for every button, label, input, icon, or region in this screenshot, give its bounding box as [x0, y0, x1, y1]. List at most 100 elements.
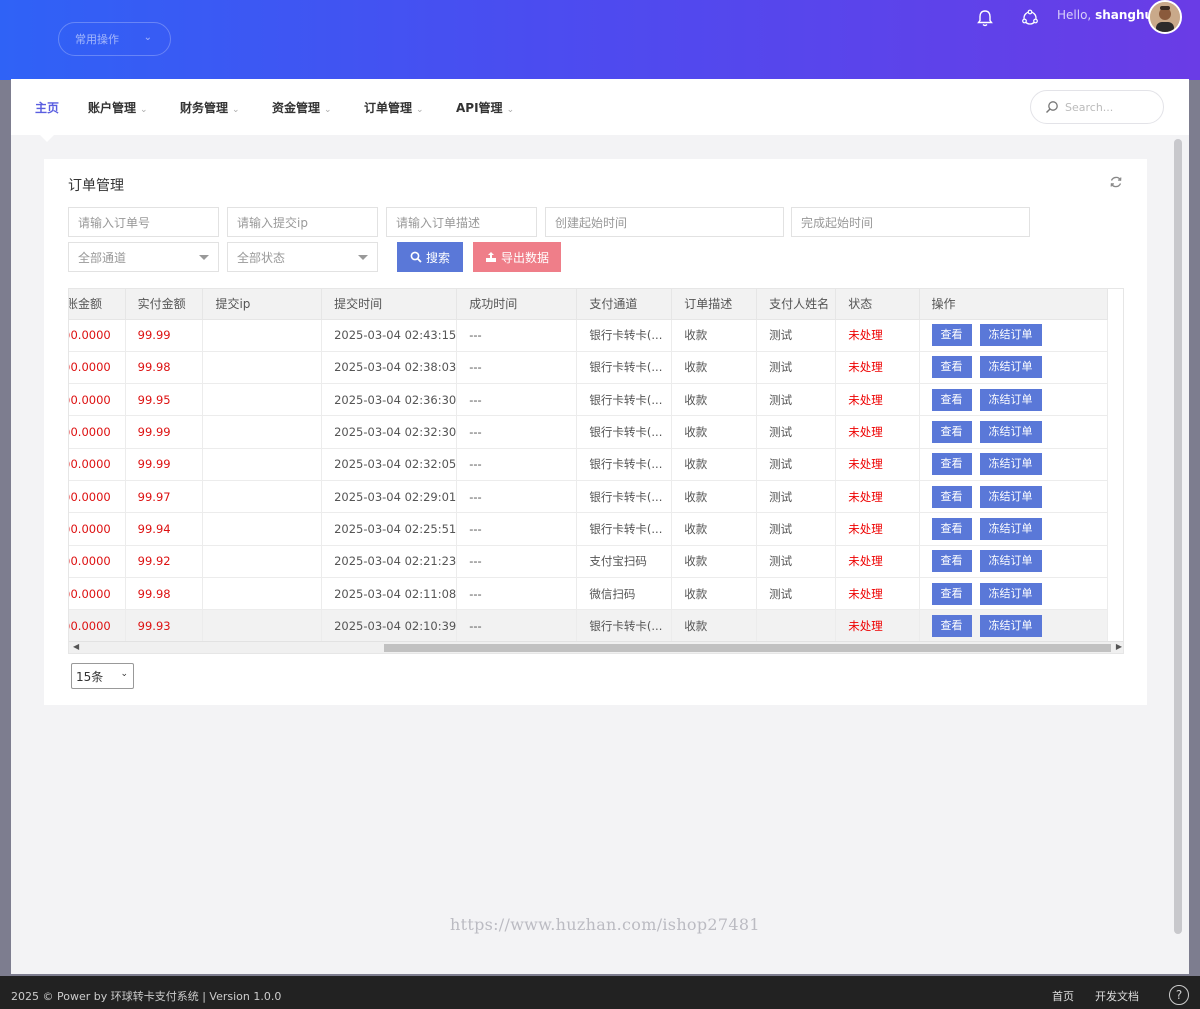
- column-header[interactable]: 提交ip: [202, 289, 323, 320]
- freeze-order-button[interactable]: 冻结订单: [979, 614, 1042, 637]
- column-header[interactable]: 操作: [919, 289, 1109, 320]
- column-header[interactable]: 账金额: [69, 289, 126, 320]
- column-header[interactable]: 成功时间: [456, 289, 578, 320]
- cell-channel: 银行卡转卡(...: [576, 383, 673, 417]
- table-row: )0.0000 99.99 2025-03-04 02:32:05 --- 银行卡转卡(…: [69, 448, 1109, 481]
- copyright-text: 2025 © Power by 环球转卡支付系统 | Version 1.0.0: [11, 990, 282, 1003]
- cell-channel: 银行卡转卡(...: [576, 480, 673, 514]
- column-header[interactable]: 状态: [835, 289, 920, 320]
- order-desc-input[interactable]: 请输入订单描述: [386, 207, 537, 237]
- cell-payer-name: [756, 609, 837, 643]
- view-button[interactable]: 查看: [931, 582, 972, 605]
- cell-submit-ip: [202, 512, 323, 546]
- nav-item-orders[interactable]: 订单管理 ⌄: [364, 99, 424, 116]
- page-size-value: 15条: [76, 669, 104, 684]
- help-icon[interactable]: ?: [1169, 985, 1189, 1005]
- cell-success-time: ---: [456, 351, 578, 385]
- cell-submit-ip: [202, 577, 323, 611]
- freeze-order-button[interactable]: 冻结订单: [979, 517, 1042, 540]
- cell-success-time: ---: [456, 415, 578, 449]
- view-button[interactable]: 查看: [931, 356, 972, 379]
- view-button[interactable]: 查看: [931, 517, 972, 540]
- cell-order-desc: 收款: [671, 351, 758, 385]
- nav-item-funds[interactable]: 资金管理 ⌄: [272, 99, 332, 116]
- horizontal-scrollbar[interactable]: ◀ ▶: [69, 641, 1123, 653]
- network-icon[interactable]: [1020, 8, 1040, 28]
- quick-ops-dropdown[interactable]: 常用操作 ⌄: [58, 22, 171, 56]
- scroll-left-icon[interactable]: ◀: [73, 642, 79, 651]
- view-button[interactable]: 查看: [931, 485, 972, 508]
- cell-submit-time: 2025-03-04 02:32:30: [321, 415, 458, 449]
- scrollbar-thumb[interactable]: [384, 644, 1111, 652]
- search-input[interactable]: Search...: [1030, 90, 1164, 124]
- orders-table: 账金额 实付金额 提交ip 提交时间 成功时间 支付通道 订单描述 支付人姓名 …: [69, 289, 1109, 643]
- finish-time-input[interactable]: 完成起始时间: [791, 207, 1030, 237]
- page-size-select[interactable]: 15条 ⌄: [71, 663, 134, 689]
- search-button[interactable]: 搜索: [397, 242, 463, 272]
- nav-item-finance[interactable]: 财务管理 ⌄: [180, 99, 240, 116]
- page-scrollbar[interactable]: [1174, 139, 1182, 934]
- cell-submit-time: 2025-03-04 02:29:01: [321, 480, 458, 514]
- user-greeting[interactable]: Hello, shanghu: [1057, 8, 1153, 22]
- freeze-order-button[interactable]: 冻结订单: [979, 582, 1042, 605]
- create-time-input[interactable]: 创建起始时间: [545, 207, 784, 237]
- footer-link-docs[interactable]: 开发文档: [1095, 988, 1139, 1004]
- view-button[interactable]: 查看: [931, 324, 972, 347]
- freeze-order-button[interactable]: 冻结订单: [979, 324, 1042, 347]
- cell-status: 未处理: [835, 577, 920, 611]
- scroll-right-icon[interactable]: ▶: [1116, 642, 1122, 651]
- column-header[interactable]: 支付人姓名: [756, 289, 837, 320]
- view-button[interactable]: 查看: [931, 421, 972, 444]
- cell-order-desc: 收款: [671, 512, 758, 546]
- cell-submit-ip: [202, 319, 323, 352]
- submit-ip-input[interactable]: 请输入提交ip: [227, 207, 378, 237]
- main-navbar: 主页 账户管理 ⌄ 财务管理 ⌄ 资金管理 ⌄ 订单管理 ⌄ API管理 ⌄ Search…: [11, 79, 1189, 135]
- bell-icon[interactable]: [975, 8, 995, 28]
- cell-submit-time: 2025-03-04 02:11:08: [321, 577, 458, 611]
- cell-paid-amount: 99.99: [125, 319, 204, 352]
- view-button[interactable]: 查看: [931, 388, 972, 411]
- freeze-order-button[interactable]: 冻结订单: [979, 421, 1042, 444]
- cell-submit-time: 2025-03-04 02:38:03: [321, 351, 458, 385]
- cell-actions: 查看 冻结订单: [919, 545, 1109, 578]
- cell-payer-name: 测试: [756, 577, 837, 611]
- export-button[interactable]: 导出数据: [473, 242, 561, 272]
- freeze-order-button[interactable]: 冻结订单: [979, 356, 1042, 379]
- footer-link-home[interactable]: 首页: [1052, 988, 1074, 1004]
- cell-paid-amount: 99.94: [125, 512, 204, 546]
- page-content: 主页 账户管理 ⌄ 财务管理 ⌄ 资金管理 ⌄ 订单管理 ⌄ API管理 ⌄ Search…: [11, 79, 1189, 974]
- page-title: 订单管理: [68, 178, 124, 194]
- column-header[interactable]: 支付通道: [576, 289, 673, 320]
- view-button[interactable]: 查看: [931, 614, 972, 637]
- nav-item-api[interactable]: API管理 ⌄: [456, 99, 514, 116]
- cell-order-desc: 收款: [671, 415, 758, 449]
- nav-label: API管理: [456, 101, 503, 115]
- channel-select[interactable]: 全部通道: [68, 242, 219, 272]
- order-no-input[interactable]: 请输入订单号: [68, 207, 219, 237]
- freeze-order-button[interactable]: 冻结订单: [979, 485, 1042, 508]
- cell-actions: 查看 冻结订单: [919, 383, 1109, 417]
- nav-item-home[interactable]: 主页: [35, 99, 59, 116]
- freeze-order-button[interactable]: 冻结订单: [979, 453, 1042, 476]
- view-button[interactable]: 查看: [931, 453, 972, 476]
- nav-item-account[interactable]: 账户管理 ⌄: [88, 99, 148, 116]
- status-select[interactable]: 全部状态: [227, 242, 378, 272]
- avatar[interactable]: [1148, 0, 1182, 34]
- username: shanghu: [1095, 8, 1154, 22]
- column-header[interactable]: 订单描述: [671, 289, 758, 320]
- cell-success-time: ---: [456, 609, 578, 643]
- freeze-order-button[interactable]: 冻结订单: [979, 388, 1042, 411]
- view-button[interactable]: 查看: [931, 550, 972, 573]
- cell-channel: 银行卡转卡(...: [576, 512, 673, 546]
- refresh-icon[interactable]: [1109, 175, 1123, 193]
- column-header[interactable]: 提交时间: [321, 289, 458, 320]
- cell-paid-amount: 99.95: [125, 383, 204, 417]
- caret-down-icon: [199, 255, 209, 260]
- nav-label: 资金管理: [272, 101, 321, 115]
- cell-amount: )0.0000: [69, 383, 126, 417]
- freeze-order-button[interactable]: 冻结订单: [979, 550, 1042, 573]
- cell-submit-time: 2025-03-04 02:21:23: [321, 545, 458, 578]
- cell-actions: 查看 冻结订单: [919, 351, 1109, 385]
- column-header[interactable]: 实付金额: [125, 289, 204, 320]
- cell-paid-amount: 99.99: [125, 415, 204, 449]
